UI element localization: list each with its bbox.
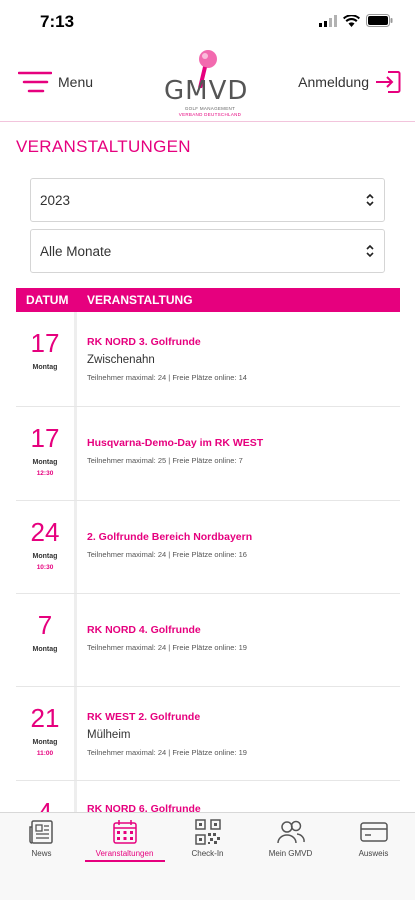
event-title[interactable]: RK NORD 6. Golfrunde [87,803,397,812]
select-arrows-icon [366,193,374,207]
year-select-value: 2023 [40,193,71,208]
event-date: 7 Montag [16,594,77,686]
logo-letters: GMVD [164,76,249,106]
login-icon [376,71,401,93]
event-date: 17 Montag 12:30 [16,407,77,500]
event-info: RK WEST 2. Golfrunde Mülheim Teilnehmer … [87,687,397,757]
menu-button[interactable]: Menu [18,70,93,94]
event-row[interactable]: 17 Montag 12:30 Husqvarna-Demo-Day im RK… [16,407,400,501]
event-row[interactable]: 4 RK NORD 6. Golfrunde [16,781,400,812]
header-divider [0,121,415,122]
event-day: 7 [37,610,53,640]
event-weekday: Montag [32,553,58,560]
tab-label: News [31,849,52,858]
event-day: 24 [30,517,60,547]
tab-label: Veranstaltungen [95,849,154,858]
event-time: 10:30 [36,564,54,571]
active-tab-indicator [84,860,165,862]
menu-label: Menu [58,74,94,90]
event-meta: Teilnehmer maximal: 24 | Freie Plätze on… [87,748,247,757]
signal-icon [319,14,337,27]
tab-label: Check-In [191,849,224,858]
event-meta: Teilnehmer maximal: 24 | Freie Plätze on… [87,643,247,652]
events-table-header: DATUM VERANSTALTUNG [16,288,400,312]
event-day: 4 [37,797,53,812]
event-info: RK NORD 4. Golfrunde Teilnehmer maximal:… [87,594,397,652]
select-arrows-icon [366,244,374,258]
event-weekday: Montag [32,364,58,371]
month-select-value: Alle Monate [40,244,112,259]
tab-ausweis[interactable]: Ausweis [332,819,415,858]
login-button[interactable]: Anmeldung [298,70,401,94]
card-icon [359,822,388,842]
event-meta: Teilnehmer maximal: 25 | Freie Plätze on… [87,456,243,465]
event-date: 17 Montag [16,312,77,406]
logo-subtitle-2: VERBAND DEUTSCHLAND [178,112,242,117]
event-date: 21 Montag 11:00 [16,687,77,780]
column-header-event: VERANSTALTUNG [87,293,193,307]
tab-mein-gmvd[interactable]: Mein GMVD [249,819,332,858]
gmvd-logo: GMVD GOLF MANAGEMENT VERBAND DEUTSCHLAND [164,48,254,122]
event-title[interactable]: RK NORD 3. Golfrunde [87,336,397,348]
logo-subtitle-1: GOLF MANAGEMENT [184,106,236,111]
event-title[interactable]: RK WEST 2. Golfrunde [87,711,397,723]
event-title[interactable]: 2. Golfrunde Bereich Nordbayern [87,531,397,543]
event-weekday: Montag [32,646,58,653]
year-select[interactable]: 2023 [30,178,385,222]
event-meta: Teilnehmer maximal: 24 | Freie Plätze on… [87,550,247,559]
login-label: Anmeldung [298,74,369,90]
hamburger-icon [18,71,52,93]
qr-code-icon [194,819,221,845]
event-time: 12:30 [36,470,54,477]
tab-news[interactable]: News [0,819,83,858]
wifi-icon [343,14,360,27]
column-header-date: DATUM [26,293,69,307]
event-row[interactable]: 17 Montag RK NORD 3. Golfrunde Zwischena… [16,312,400,407]
calendar-icon [112,820,137,844]
event-title[interactable]: RK NORD 4. Golfrunde [87,624,397,636]
users-icon [276,820,305,844]
event-date: 24 Montag 10:30 [16,501,77,593]
event-day: 17 [30,328,60,358]
event-day: 21 [30,703,60,733]
page-title: VERANSTALTUNGEN [16,137,191,156]
event-location: Mülheim [87,729,131,741]
tab-check-in[interactable]: Check-In [166,819,249,858]
status-time: 7:13 [40,12,75,31]
event-info: Husqvarna-Demo-Day im RK WEST Teilnehmer… [87,407,397,465]
tab-label: Ausweis [358,849,389,858]
event-weekday: Montag [32,739,58,746]
event-meta: Teilnehmer maximal: 24 | Freie Plätze on… [87,373,247,382]
event-day: 17 [30,423,60,453]
event-weekday: Montag [32,459,58,466]
event-row[interactable]: 7 Montag RK NORD 4. Golfrunde Teilnehmer… [16,594,400,687]
event-info: RK NORD 3. Golfrunde Zwischenahn Teilneh… [87,312,397,382]
events-list: 17 Montag RK NORD 3. Golfrunde Zwischena… [16,312,400,812]
app-header: Menu GMVD GOLF MANAGEMENT VERBAND DEUTSC… [0,44,415,122]
event-row[interactable]: 24 Montag 10:30 2. Golfrunde Bereich Nor… [16,501,400,594]
status-icons [319,14,393,27]
event-info: RK NORD 6. Golfrunde [87,781,397,812]
tab-veranstaltungen[interactable]: Veranstaltungen [83,819,166,862]
battery-icon [366,14,393,27]
event-location: Zwischenahn [87,354,155,366]
event-title[interactable]: Husqvarna-Demo-Day im RK WEST [87,437,397,449]
event-info: 2. Golfrunde Bereich Nordbayern Teilnehm… [87,501,397,559]
bottom-tab-bar: News Veranstaltungen Check-In Mein GMVD … [0,813,415,900]
event-date: 4 [16,781,77,812]
event-time: 11:00 [36,750,54,757]
month-select[interactable]: Alle Monate [30,229,385,273]
tab-label: Mein GMVD [268,849,313,858]
newspaper-icon [28,820,53,844]
event-row[interactable]: 21 Montag 11:00 RK WEST 2. Golfrunde Mül… [16,687,400,781]
status-bar: 7:13 [0,0,415,44]
